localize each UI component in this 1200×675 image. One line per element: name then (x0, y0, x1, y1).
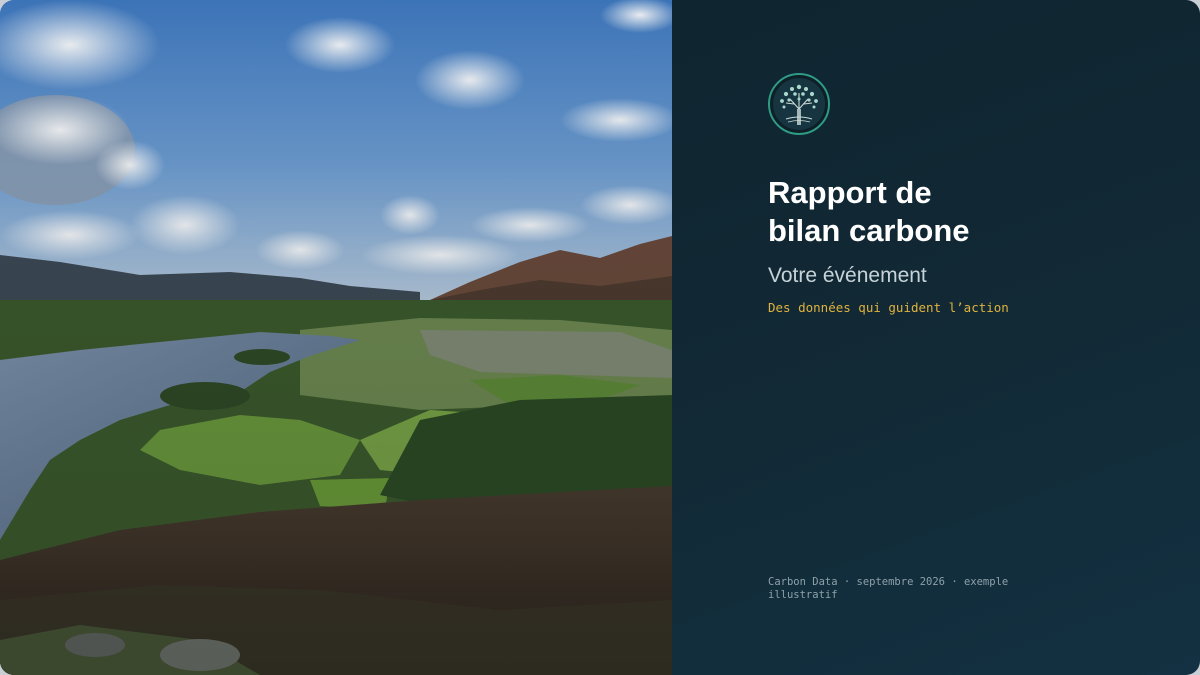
slide-tagline: Des données qui guident l’action (768, 300, 1009, 315)
photo-overlay (0, 0, 672, 675)
title-line-1: Rapport de (768, 175, 932, 210)
slide-footer: Carbon Data · septembre 2026 · exemple i… (768, 576, 1009, 601)
title-line-2: bilan carbone (768, 213, 970, 248)
tree-logo-icon (768, 73, 830, 135)
slide-title: Rapport de bilan carbone (768, 174, 1128, 250)
slide-subtitle: Votre événement (768, 264, 927, 287)
slide-frame: Rapport de bilan carbone Votre événement… (0, 0, 1200, 675)
landscape-photo (0, 0, 672, 675)
title-panel: Rapport de bilan carbone Votre événement… (672, 0, 1200, 675)
